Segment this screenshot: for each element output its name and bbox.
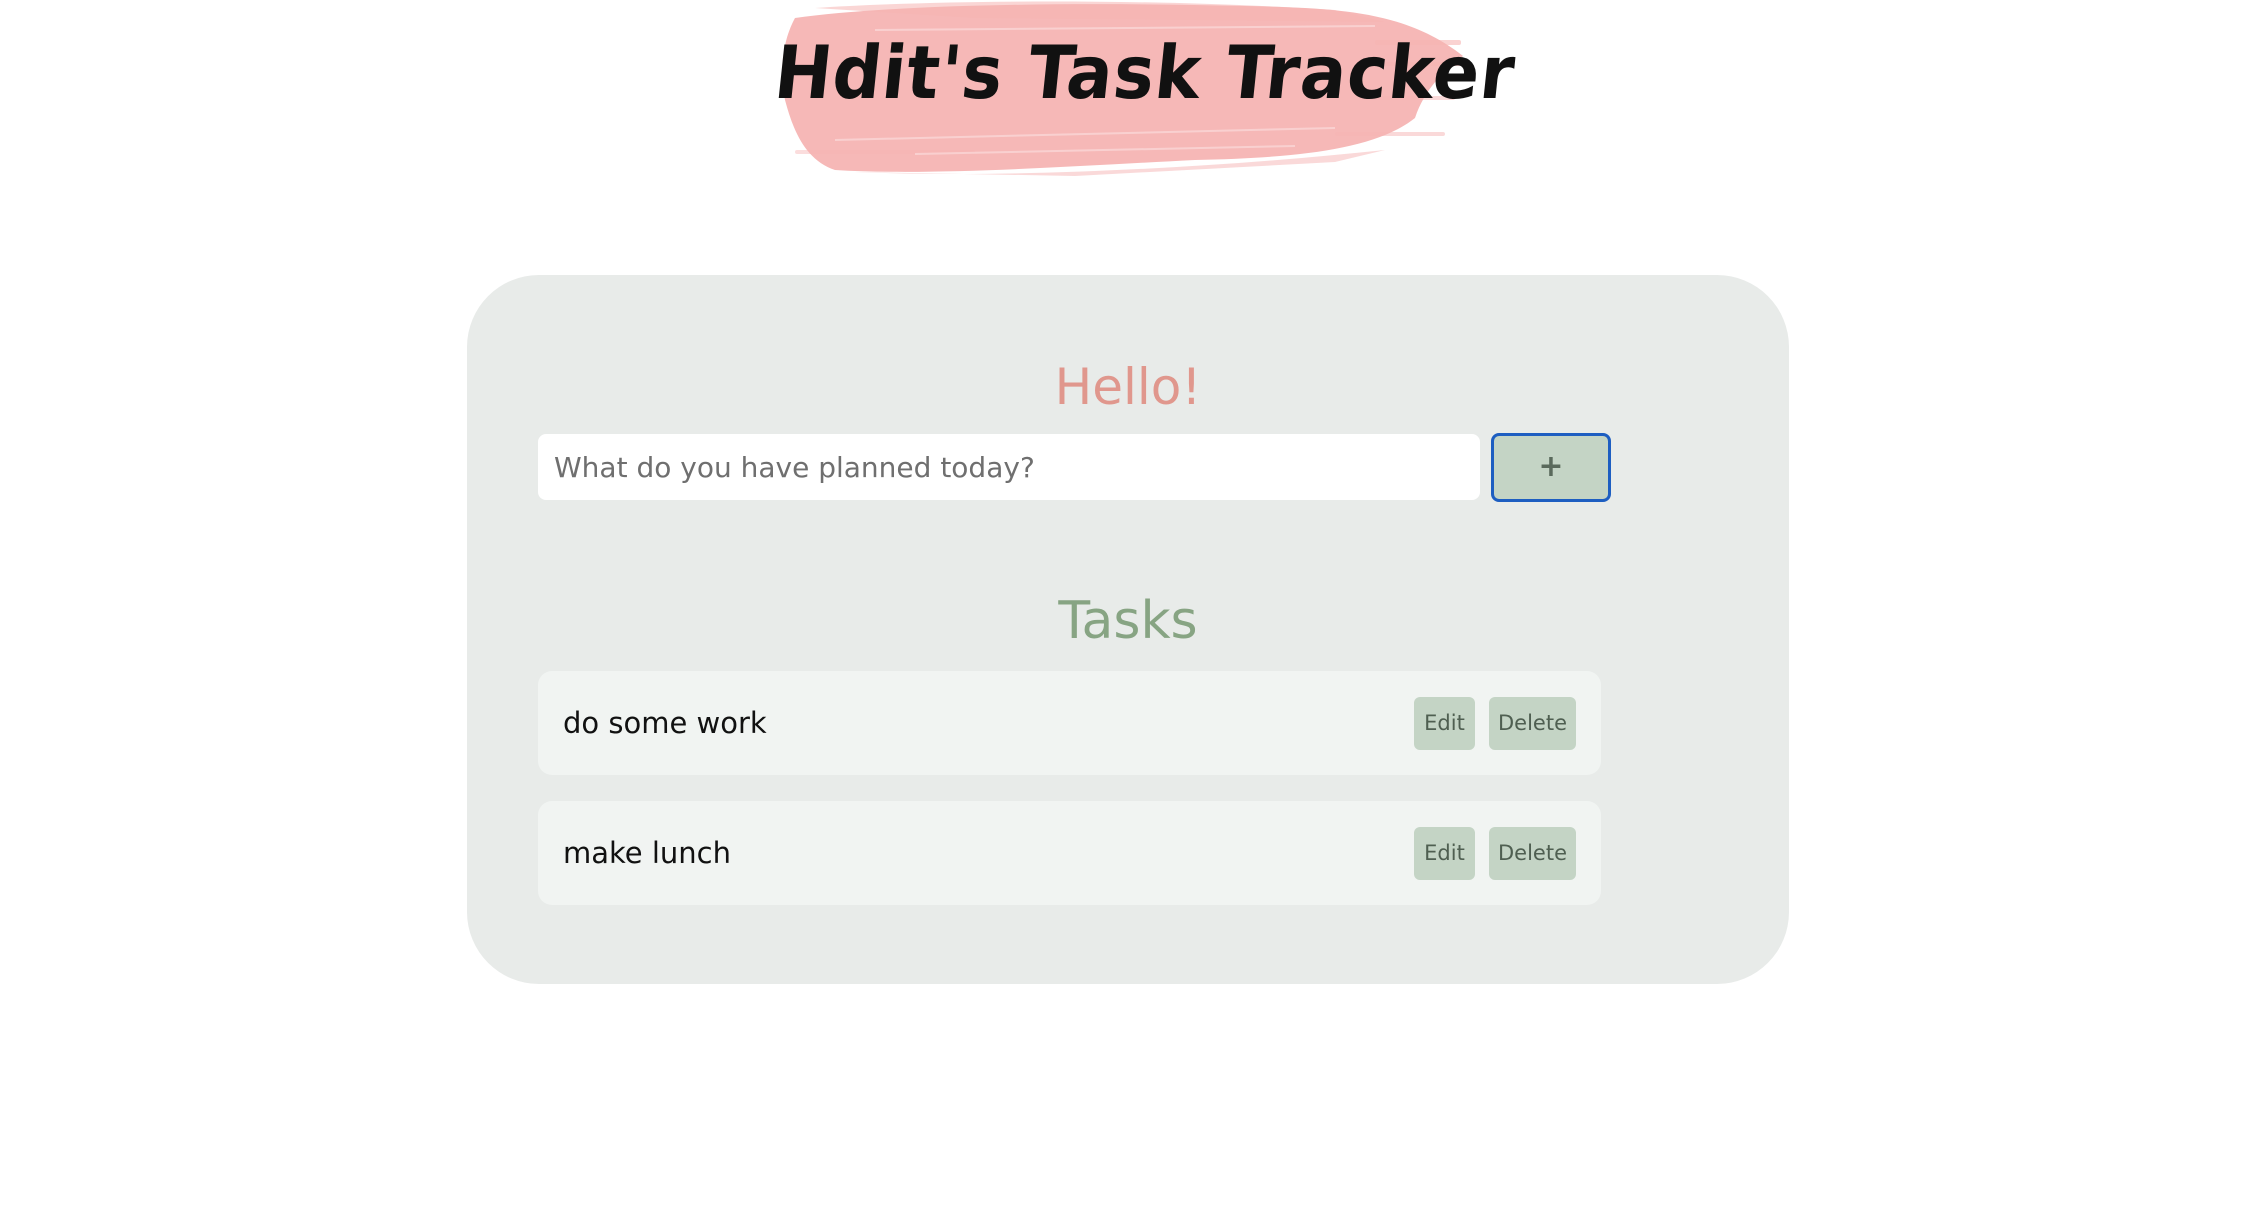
add-task-button[interactable]: + xyxy=(1491,433,1611,502)
delete-task-button[interactable]: Delete xyxy=(1489,827,1576,880)
edit-task-button[interactable]: Edit xyxy=(1414,827,1475,880)
task-label: make lunch xyxy=(563,836,731,870)
task-row: do some work Edit Delete xyxy=(538,671,1601,775)
app-logo: Hdit's Task Tracker xyxy=(771,0,1519,182)
task-card: Hello! + Tasks do some work Edit Delete … xyxy=(467,275,1789,984)
new-task-input[interactable] xyxy=(538,434,1480,500)
tasks-heading: Tasks xyxy=(1058,591,1198,651)
page: Hdit's Task Tracker Hello! + Tasks do so… xyxy=(0,0,2248,1228)
task-label: do some work xyxy=(563,706,767,740)
greeting-heading: Hello! xyxy=(1054,358,1202,416)
delete-task-button[interactable]: Delete xyxy=(1489,697,1576,750)
task-row: make lunch Edit Delete xyxy=(538,801,1601,905)
edit-task-button[interactable]: Edit xyxy=(1414,697,1475,750)
app-title: Hdit's Task Tracker xyxy=(770,30,1520,117)
